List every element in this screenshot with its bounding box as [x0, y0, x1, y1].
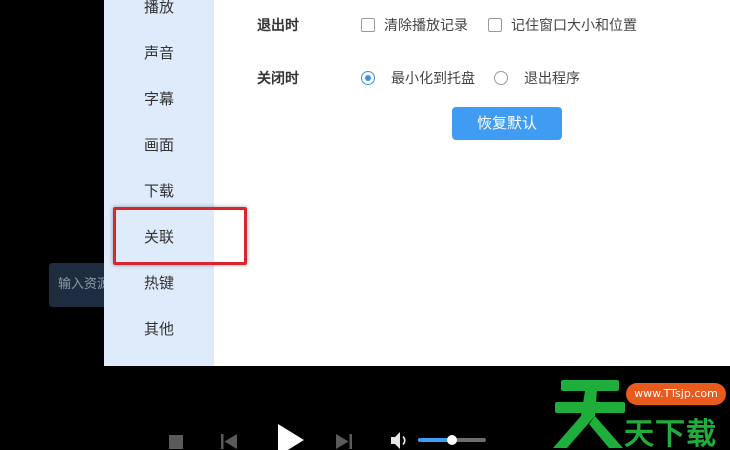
close-row-label: 关闭时 — [257, 71, 299, 87]
next-icon[interactable] — [335, 433, 353, 450]
radio-button[interactable] — [494, 71, 508, 85]
volume-slider[interactable] — [418, 435, 486, 445]
exit-row-label: 退出时 — [257, 18, 299, 34]
sidebar-item-picture[interactable]: 画面 — [104, 130, 214, 160]
exit-program-label: 退出程序 — [524, 71, 580, 87]
sidebar-item-download[interactable]: 下载 — [104, 176, 214, 206]
volume-icon[interactable] — [390, 431, 410, 450]
restore-defaults-button[interactable]: 恢复默认 — [452, 107, 562, 140]
sidebar-item-other[interactable]: 其他 — [104, 314, 214, 344]
app-window: 输入资源 播放 声音 字幕 画面 下载 关联 热键 其他 退出时 清除播放记录 … — [0, 0, 730, 450]
previous-icon[interactable] — [220, 433, 238, 450]
remember-window-checkbox[interactable]: 记住窗口大小和位置 — [488, 15, 637, 35]
play-icon[interactable] — [276, 424, 306, 450]
exit-program-radio[interactable]: 退出程序 — [494, 68, 580, 88]
watermark-url: www.TTsjp.com — [626, 383, 726, 405]
sky-logo-icon — [553, 380, 625, 448]
checkbox-box[interactable] — [361, 18, 375, 32]
clear-history-checkbox[interactable]: 清除播放记录 — [361, 15, 468, 35]
remember-window-label: 记住窗口大小和位置 — [511, 18, 637, 34]
volume-slider-handle[interactable] — [447, 435, 457, 445]
checkbox-box[interactable] — [488, 18, 502, 32]
sidebar-item-sound[interactable]: 声音 — [104, 38, 214, 68]
sidebar-item-association[interactable]: 关联 — [104, 222, 214, 252]
minimize-to-tray-label: 最小化到托盘 — [391, 71, 475, 87]
minimize-to-tray-radio[interactable]: 最小化到托盘 — [361, 68, 475, 88]
sidebar-item-subtitle[interactable]: 字幕 — [104, 84, 214, 114]
sidebar-item-playback[interactable]: 播放 — [104, 0, 214, 22]
radio-button-selected[interactable] — [361, 71, 375, 85]
settings-dialog: 播放 声音 字幕 画面 下载 关联 热键 其他 退出时 清除播放记录 记住窗口大… — [104, 0, 730, 366]
clear-history-label: 清除播放记录 — [384, 18, 468, 34]
watermark-text: 天下载 — [624, 417, 717, 450]
settings-sidebar: 播放 声音 字幕 画面 下载 关联 热键 其他 — [104, 0, 214, 366]
stop-icon[interactable] — [168, 434, 184, 450]
sidebar-item-hotkey[interactable]: 热键 — [104, 268, 214, 298]
